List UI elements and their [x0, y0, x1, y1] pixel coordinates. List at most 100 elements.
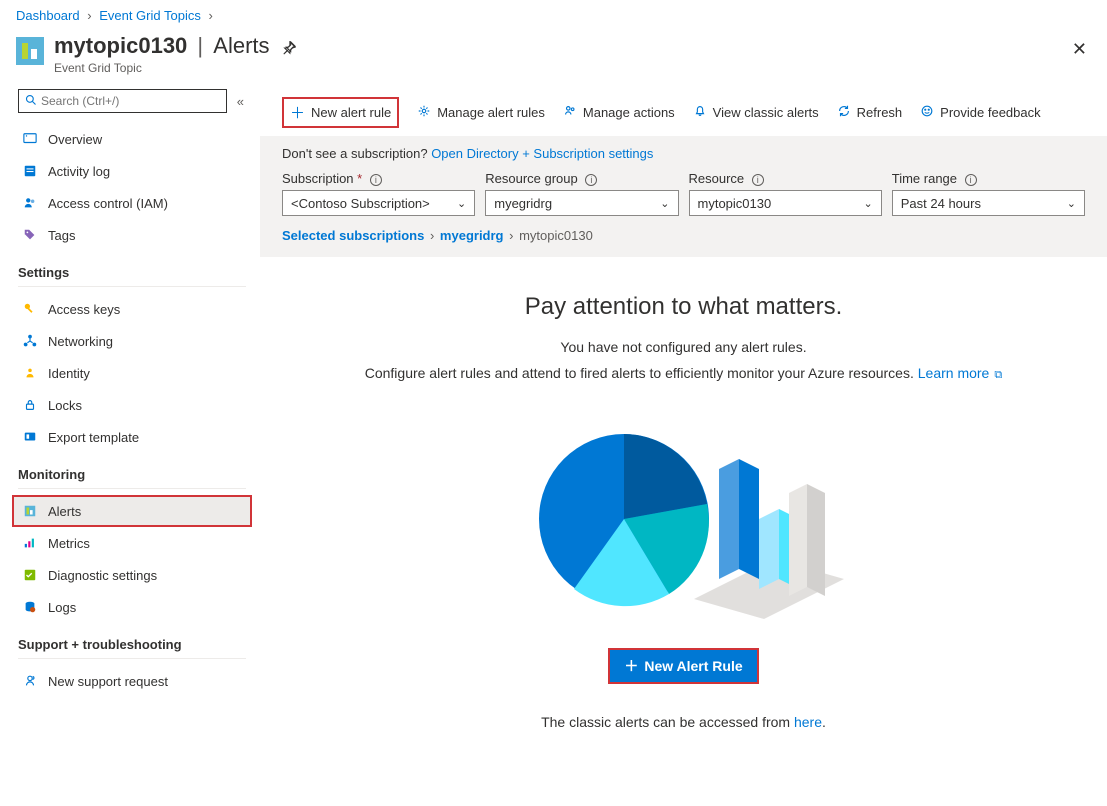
empty-state: Pay attention to what matters. You have …	[260, 257, 1107, 730]
event-grid-topic-icon	[16, 37, 44, 65]
new-alert-rule-button[interactable]: ＋ New Alert Rule	[608, 648, 758, 684]
nav-new-support-request[interactable]: New support request	[18, 665, 246, 697]
info-icon[interactable]: i	[965, 174, 977, 186]
chevron-down-icon: ⌄	[1067, 197, 1076, 210]
section-name: Alerts	[213, 33, 269, 58]
resource-label: Resource i	[689, 171, 882, 186]
chevron-right-icon: ›	[430, 228, 434, 243]
logs-icon	[22, 599, 38, 615]
nav-group-support: Support + troubleshooting	[18, 637, 246, 652]
toolbar-new-alert-rule[interactable]: ＋ New alert rule	[282, 97, 399, 128]
resource-type-label: Event Grid Topic	[54, 61, 270, 75]
refresh-icon	[837, 104, 851, 122]
close-icon[interactable]: ✕	[1072, 33, 1091, 60]
learn-more-link[interactable]: Learn more	[918, 365, 990, 381]
breadcrumb-event-grid-topics[interactable]: Event Grid Topics	[99, 8, 201, 23]
access-control-icon	[22, 195, 38, 211]
tags-icon	[22, 227, 38, 243]
current-resource: mytopic0130	[519, 228, 593, 243]
toolbar-view-classic-alerts[interactable]: View classic alerts	[693, 104, 819, 122]
resource-group-label: Resource group i	[485, 171, 678, 186]
subscription-select[interactable]: <Contoso Subscription> ⌄	[282, 190, 475, 216]
chevron-right-icon: ›	[87, 8, 91, 23]
empty-title: Pay attention to what matters.	[300, 293, 1067, 321]
support-icon	[22, 673, 38, 689]
toolbar-refresh[interactable]: Refresh	[837, 104, 903, 122]
overview-icon	[22, 131, 38, 147]
lock-icon	[22, 397, 38, 413]
page-header: mytopic0130 | Alerts Event Grid Topic ✕	[0, 27, 1107, 89]
networking-icon	[22, 333, 38, 349]
resource-group-select[interactable]: myegridrg ⌄	[485, 190, 678, 216]
nav-separator	[18, 488, 246, 489]
nav-networking[interactable]: Networking	[18, 325, 246, 357]
gear-icon	[417, 104, 431, 122]
time-range-select[interactable]: Past 24 hours ⌄	[892, 190, 1085, 216]
toolbar-manage-actions[interactable]: Manage actions	[563, 104, 675, 122]
identity-icon	[22, 365, 38, 381]
resource-name: mytopic0130	[54, 33, 187, 58]
breadcrumb-dashboard[interactable]: Dashboard	[16, 8, 80, 23]
classic-alerts-link[interactable]: here	[794, 714, 822, 730]
nav-access-control[interactable]: Access control (IAM)	[18, 187, 246, 219]
toolbar-manage-alert-rules[interactable]: Manage alert rules	[417, 104, 545, 122]
external-link-icon: ⧉	[991, 369, 1002, 381]
filter-bar: Don't see a subscription? Open Directory…	[260, 136, 1107, 257]
chevron-down-icon: ⌄	[660, 197, 669, 210]
nav-locks[interactable]: Locks	[18, 389, 246, 421]
key-icon	[22, 301, 38, 317]
nav-overview[interactable]: Overview	[18, 123, 246, 155]
empty-line-1: You have not configured any alert rules.	[300, 339, 1067, 355]
info-icon[interactable]: i	[370, 174, 382, 186]
breadcrumb: Dashboard › Event Grid Topics ›	[0, 0, 1107, 27]
plus-icon: ＋	[290, 102, 305, 123]
bell-icon	[693, 104, 707, 122]
people-icon	[563, 104, 577, 122]
search-box[interactable]	[18, 89, 227, 113]
collapse-sidebar-icon[interactable]: «	[235, 92, 246, 111]
nav-export-template[interactable]: Export template	[18, 421, 246, 453]
selection-breadcrumb: Selected subscriptions › myegridrg › myt…	[282, 228, 1085, 243]
illustration	[514, 404, 854, 634]
chevron-right-icon: ›	[509, 228, 513, 243]
search-input[interactable]	[41, 94, 220, 108]
plus-icon: ＋	[624, 656, 638, 676]
export-template-icon	[22, 429, 38, 445]
nav-metrics[interactable]: Metrics	[18, 527, 246, 559]
search-icon	[25, 94, 37, 109]
selected-subscriptions-link[interactable]: Selected subscriptions	[282, 228, 424, 243]
activity-log-icon	[22, 163, 38, 179]
classic-alerts-line: The classic alerts can be accessed from …	[300, 714, 1067, 730]
nav-diagnostic-settings[interactable]: Diagnostic settings	[18, 559, 246, 591]
main-content: ＋ New alert rule Manage alert rules Mana…	[260, 89, 1107, 738]
resource-select[interactable]: mytopic0130 ⌄	[689, 190, 882, 216]
subscription-hint: Don't see a subscription? Open Directory…	[282, 146, 1085, 161]
nav-logs[interactable]: Logs	[18, 591, 246, 623]
pin-icon[interactable]	[282, 33, 296, 59]
title-divider: |	[197, 33, 203, 58]
nav-identity[interactable]: Identity	[18, 357, 246, 389]
smile-icon	[920, 104, 934, 122]
toolbar-provide-feedback[interactable]: Provide feedback	[920, 104, 1040, 122]
nav-separator	[18, 658, 246, 659]
toolbar: ＋ New alert rule Manage alert rules Mana…	[260, 89, 1107, 136]
chevron-down-icon: ⌄	[864, 197, 873, 210]
info-icon[interactable]: i	[585, 174, 597, 186]
nav-access-keys[interactable]: Access keys	[18, 293, 246, 325]
nav-activity-log[interactable]: Activity log	[18, 155, 246, 187]
chevron-down-icon: ⌄	[457, 197, 466, 210]
open-directory-settings-link[interactable]: Open Directory + Subscription settings	[431, 146, 653, 161]
empty-line-2: Configure alert rules and attend to fire…	[300, 363, 1067, 384]
nav-separator	[18, 286, 246, 287]
nav-group-monitoring: Monitoring	[18, 467, 246, 482]
nav-tags[interactable]: Tags	[18, 219, 246, 251]
time-range-label: Time range i	[892, 171, 1085, 186]
nav-alerts[interactable]: Alerts	[12, 495, 252, 527]
subscription-label: Subscription * i	[282, 171, 475, 186]
diagnostic-icon	[22, 567, 38, 583]
nav-group-settings: Settings	[18, 265, 246, 280]
sidebar: « Overview Activity log Access control (…	[0, 89, 260, 738]
info-icon[interactable]: i	[752, 174, 764, 186]
resource-group-link[interactable]: myegridrg	[440, 228, 504, 243]
chevron-right-icon: ›	[208, 8, 212, 23]
